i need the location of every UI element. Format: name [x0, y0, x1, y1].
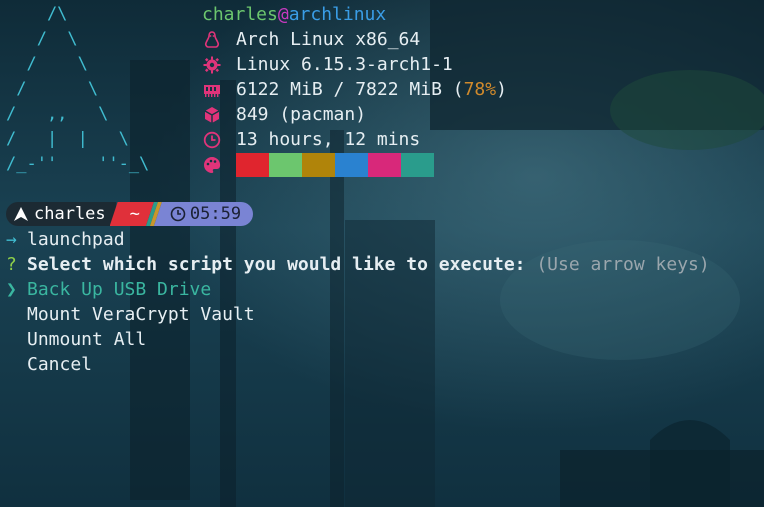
prompt-clock-icon — [170, 206, 186, 222]
menu-option[interactable]: Unmount All — [6, 327, 710, 352]
menu-option-selected[interactable]: ❯ Back Up USB Drive — [6, 277, 710, 302]
system-info-panel: charles @ archlinux Arch Linux x86_64 Linu… — [202, 2, 507, 177]
command-line[interactable]: → launchpad — [6, 227, 710, 252]
kernel-line: Linux 6.15.3-arch1-1 — [202, 52, 507, 77]
menu-option-label: Mount VeraCrypt Vault — [27, 304, 255, 325]
hostname: archlinux — [288, 4, 387, 25]
arch-logo-ascii: /\ / \ / \ / \ / ,, \ / | | \ /_-'' ''-_… — [6, 4, 150, 174]
question-line: ? Select which script you would like to e… — [6, 252, 710, 277]
memory-percent: 78% — [463, 79, 497, 100]
at-sign: @ — [277, 4, 289, 25]
arch-logo-icon — [14, 207, 28, 221]
terminal-window: /\ / \ / \ / \ / ,, \ / | | \ /_-'' ''-_… — [0, 0, 764, 507]
prompt-time: 05:59 — [189, 204, 242, 224]
color-swatch-6 — [401, 152, 434, 177]
package-icon — [202, 105, 222, 125]
shell-prompt: charles ~ 05:59 — [6, 202, 254, 226]
prompt-time-segment: 05:59 — [153, 202, 254, 226]
menu-option[interactable]: Mount VeraCrypt Vault — [6, 302, 710, 327]
color-swatch-3 — [302, 152, 335, 177]
os-text: Arch Linux x86_64 — [236, 29, 421, 50]
username: charles — [202, 4, 278, 25]
prompt-directory: ~ — [129, 204, 140, 224]
os-line: Arch Linux x86_64 — [202, 27, 507, 52]
menu-option-label: Cancel — [27, 354, 93, 375]
palette-icon — [202, 155, 222, 175]
question-text: Select which script you would like to ex… — [27, 254, 526, 275]
menu-option[interactable]: Cancel — [6, 352, 710, 377]
uptime-line: 13 hours, 12 mins — [202, 127, 507, 152]
uptime-text: 13 hours, 12 mins — [236, 129, 421, 150]
prompt-user-segment: charles — [6, 202, 116, 226]
memory-text: 6122 MiB / 7822 MiB ( — [236, 79, 464, 100]
user-host-line: charles @ archlinux — [202, 2, 507, 27]
memory-line: 6122 MiB / 7822 MiB (78%) — [202, 77, 507, 102]
gear-icon — [202, 55, 222, 75]
packages-text: 849 (pacman) — [236, 104, 367, 125]
prompt-user: charles — [34, 204, 106, 224]
terminal-output: → launchpad ? Select which script you woul… — [6, 227, 710, 377]
palette-line — [202, 152, 507, 177]
question-hint: (Use arrow keys) — [536, 254, 710, 275]
menu-pointer: ❯ — [6, 279, 17, 300]
color-swatch-5 — [368, 152, 401, 177]
color-swatch-4 — [335, 152, 368, 177]
memory-icon — [202, 80, 222, 100]
memory-suffix: ) — [496, 79, 507, 100]
command-arrow: → — [6, 229, 17, 250]
menu-option-label: Back Up USB Drive — [27, 279, 212, 300]
packages-line: 849 (pacman) — [202, 102, 507, 127]
clock-icon — [202, 130, 222, 150]
command-text: launchpad — [27, 229, 125, 250]
linux-icon — [202, 30, 222, 50]
menu-option-label: Unmount All — [27, 329, 147, 350]
question-mark: ? — [6, 254, 17, 275]
kernel-text: Linux 6.15.3-arch1-1 — [236, 54, 453, 75]
color-swatch-1 — [236, 152, 269, 177]
color-swatch-2 — [269, 152, 302, 177]
